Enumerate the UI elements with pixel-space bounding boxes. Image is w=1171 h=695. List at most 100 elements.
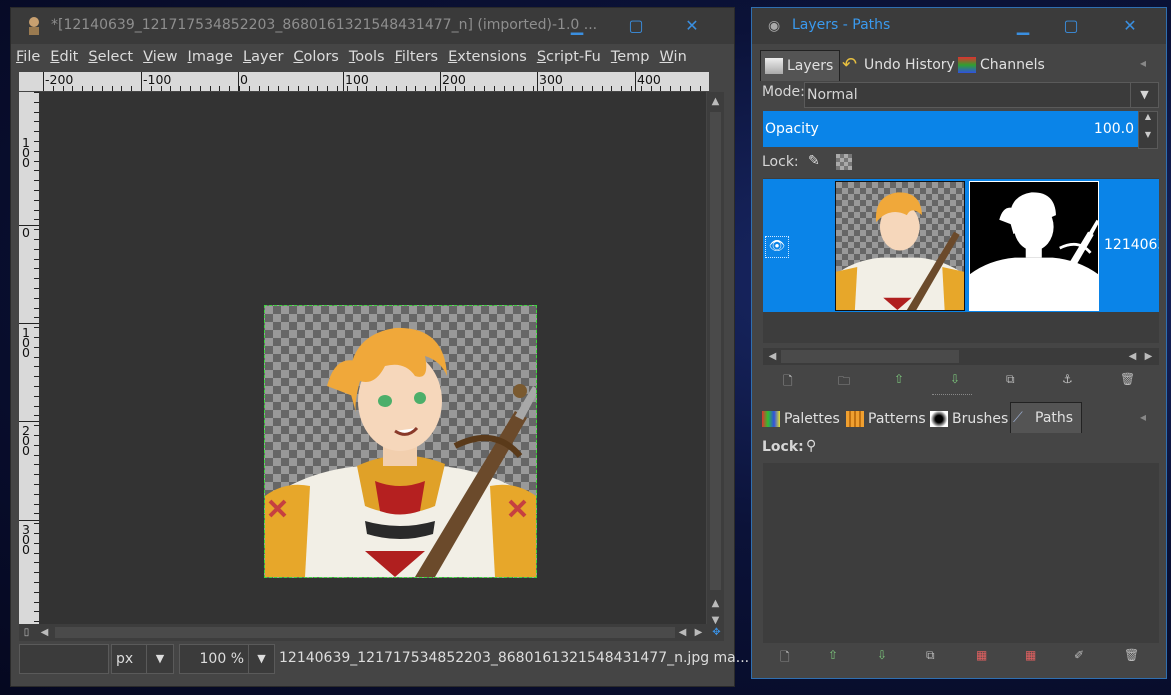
ruler-tick bbox=[141, 86, 142, 91]
menu-image[interactable]: Image bbox=[183, 46, 238, 65]
canvas-area[interactable] bbox=[39, 92, 706, 633]
ruler-tick bbox=[406, 86, 407, 91]
new-layer-icon[interactable]: 🗋 bbox=[783, 372, 793, 393]
menu-file[interactable]: File bbox=[11, 46, 45, 65]
menu-view[interactable]: View bbox=[138, 46, 182, 65]
ruler-tick bbox=[278, 86, 279, 91]
horizontal-ruler[interactable]: -200 -100 0 100 200 300 400 bbox=[39, 72, 709, 91]
vertical-ruler[interactable]: 1 0 0 0 1 0 0 2 0 0 3 0 0 bbox=[19, 92, 39, 633]
ruler-tick bbox=[180, 86, 181, 91]
duplicate-layer-icon[interactable]: ⧉ bbox=[1006, 372, 1015, 387]
layer-mask-thumbnail[interactable] bbox=[969, 181, 1099, 311]
stroke-path-icon[interactable]: ✐ bbox=[1074, 648, 1084, 662]
ruler-tick bbox=[298, 86, 299, 91]
new-path-icon[interactable]: 🗋 bbox=[780, 648, 790, 669]
anchor-layer-icon[interactable]: ⚓ bbox=[1062, 372, 1073, 386]
ruler-label: 1 0 0 bbox=[22, 325, 30, 360]
layer-row[interactable]: 👁 1214063 bbox=[763, 179, 1159, 312]
delete-path-icon[interactable]: 🗑 bbox=[1124, 648, 1139, 662]
zoom-dropdown-icon[interactable]: ▼ bbox=[248, 644, 275, 674]
paths-list[interactable] bbox=[763, 463, 1159, 643]
scroll-thumb[interactable] bbox=[55, 627, 675, 638]
ruler-tick bbox=[425, 86, 426, 91]
minimize-button[interactable]: ▁ bbox=[1012, 16, 1034, 36]
lock-path-position-icon[interactable]: ⚲ bbox=[806, 438, 816, 454]
selection-to-path-icon[interactable]: ▦ bbox=[1025, 648, 1036, 662]
scroll-left-icon[interactable]: ◀ bbox=[675, 625, 690, 640]
ruler-origin[interactable] bbox=[19, 72, 39, 91]
ruler-tick bbox=[347, 86, 348, 91]
horizontal-scrollbar[interactable]: ▯ ◀ ◀ ▶ ✥ bbox=[19, 624, 724, 641]
scroll-thumb[interactable] bbox=[781, 350, 959, 363]
raise-path-icon[interactable]: ⇧ bbox=[828, 648, 838, 662]
menu-temp[interactable]: Temp bbox=[606, 46, 655, 65]
menu-script-fu[interactable]: Script-Fu bbox=[532, 46, 606, 65]
mode-dropdown-icon[interactable]: ▼ bbox=[1130, 82, 1159, 108]
scroll-left-icon[interactable]: ◀ bbox=[1125, 349, 1140, 364]
maximize-button[interactable]: ▢ bbox=[625, 16, 647, 36]
menu-colors[interactable]: Colors bbox=[288, 46, 343, 65]
lock-alpha-icon[interactable] bbox=[836, 154, 852, 170]
scroll-up-icon[interactable]: ▲ bbox=[708, 596, 723, 611]
scroll-right-icon[interactable]: ▶ bbox=[1141, 349, 1156, 364]
scroll-thumb[interactable] bbox=[710, 112, 721, 590]
status-bar: px ▼ 100 % ▼ 12140639_121717534852203_86… bbox=[19, 644, 749, 676]
unit-select[interactable]: px bbox=[111, 644, 151, 674]
lower-path-icon[interactable]: ⇩ bbox=[877, 648, 887, 662]
image-layer-canvas[interactable] bbox=[264, 305, 537, 578]
lock-label: Lock: bbox=[762, 154, 799, 170]
zoom-select[interactable]: 100 % bbox=[179, 644, 249, 674]
minimize-button[interactable]: ▁ bbox=[566, 16, 588, 36]
menu-select[interactable]: Select bbox=[83, 46, 138, 65]
close-button[interactable]: ✕ bbox=[1119, 16, 1141, 36]
tab-undo-history[interactable]: ↶ Undo History bbox=[840, 50, 955, 80]
tab-paths[interactable]: ⟋ Paths bbox=[1010, 402, 1082, 433]
tab-patterns[interactable]: Patterns bbox=[844, 404, 926, 434]
ruler-tick bbox=[455, 86, 456, 91]
opacity-slider[interactable]: Opacity 100.0 bbox=[763, 111, 1138, 147]
duplicate-path-icon[interactable]: ⧉ bbox=[926, 648, 935, 663]
new-layer-group-icon[interactable]: 🗀 bbox=[838, 372, 850, 393]
mode-select[interactable]: Normal bbox=[804, 82, 1134, 108]
layer-list-hscrollbar[interactable]: ◀ ◀ ▶ bbox=[763, 348, 1159, 365]
tab-channels[interactable]: Channels bbox=[956, 50, 1045, 80]
raise-layer-icon[interactable]: ⇧ bbox=[894, 372, 904, 386]
tab-layers[interactable]: Layers bbox=[760, 50, 840, 81]
path-to-selection-icon[interactable]: ▦ bbox=[976, 648, 987, 662]
scroll-up-icon[interactable]: ▲ bbox=[708, 94, 723, 109]
gimp-app-icon bbox=[25, 16, 43, 36]
scroll-right-icon[interactable]: ▶ bbox=[691, 625, 706, 640]
menu-tools[interactable]: Tools bbox=[344, 46, 390, 65]
vertical-scrollbar[interactable]: ▲ ▲ ▼ bbox=[707, 92, 724, 633]
palettes-icon bbox=[762, 411, 780, 427]
unit-dropdown-icon[interactable]: ▼ bbox=[146, 644, 174, 674]
maximize-button[interactable]: ▢ bbox=[1060, 16, 1082, 36]
menu-layer[interactable]: Layer bbox=[238, 46, 288, 65]
window-title: *[12140639_121717534852203_8680161321548… bbox=[51, 17, 598, 33]
menu-extensions[interactable]: Extensions bbox=[443, 46, 532, 65]
ruler-tick bbox=[337, 86, 338, 91]
ruler-label: 0 bbox=[240, 72, 248, 87]
menu-edit[interactable]: Edit bbox=[45, 46, 83, 65]
pane-divider-handle[interactable] bbox=[932, 394, 972, 399]
tab-menu-icon[interactable]: ◂ bbox=[1140, 410, 1146, 424]
tab-menu-icon[interactable]: ◂ bbox=[1140, 56, 1146, 70]
tab-brushes[interactable]: Brushes bbox=[928, 404, 1008, 434]
layer-name[interactable]: 1214063 bbox=[1104, 237, 1159, 253]
close-button[interactable]: ✕ bbox=[681, 16, 703, 36]
layer-thumbnail[interactable] bbox=[835, 181, 965, 311]
scroll-left-icon[interactable]: ◀ bbox=[37, 625, 52, 640]
ruler-tick bbox=[641, 86, 642, 91]
opacity-spin-buttons[interactable]: ▲ ▼ bbox=[1138, 111, 1158, 149]
quick-mask-icon[interactable]: ▯ bbox=[19, 625, 34, 640]
delete-layer-icon[interactable]: 🗑 bbox=[1120, 372, 1135, 386]
menu-filters[interactable]: Filters bbox=[390, 46, 443, 65]
scroll-left-icon[interactable]: ◀ bbox=[765, 349, 780, 364]
navigate-icon[interactable]: ✥ bbox=[709, 625, 724, 640]
ruler-label: 2 0 0 bbox=[22, 423, 30, 458]
tab-palettes[interactable]: Palettes bbox=[760, 404, 840, 434]
lock-pixels-icon[interactable]: ✎ bbox=[808, 153, 820, 169]
menu-windows[interactable]: Win bbox=[655, 46, 692, 65]
visibility-eye-icon[interactable]: 👁 bbox=[765, 236, 789, 258]
lower-layer-icon[interactable]: ⇩ bbox=[950, 372, 960, 386]
